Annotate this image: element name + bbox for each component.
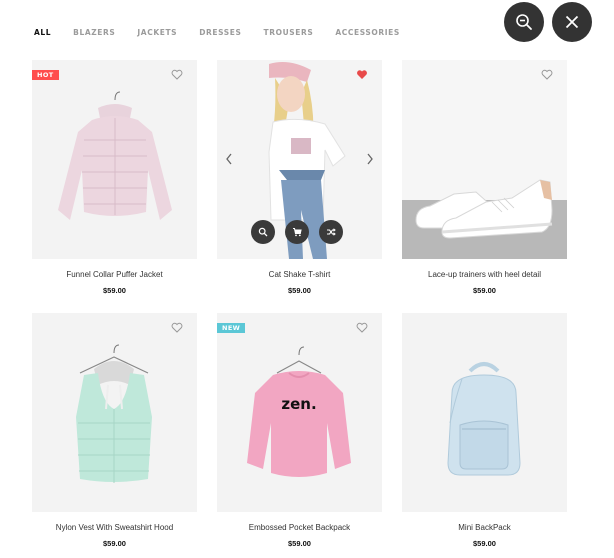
product-name[interactable]: Funnel Collar Puffer Jacket [32,270,197,279]
heart-icon[interactable] [171,322,183,333]
zoom-out-button[interactable] [504,2,544,42]
filter-jackets[interactable]: JACKETS [137,28,177,37]
filter-trousers[interactable]: TROUSERS [264,28,314,37]
product-price: $59.00 [288,286,311,295]
zoom-out-icon [516,14,532,30]
sweatshirt-image: zen. [247,346,351,477]
chevron-right-icon[interactable] [366,153,374,165]
backpack-image [447,362,521,476]
product-price: $59.00 [103,286,126,295]
category-filter-bar: ALL BLAZERS JACKETS DRESSES TROUSERS ACC… [34,28,422,37]
product-image[interactable] [32,313,197,512]
close-icon [565,15,579,29]
add-to-cart-button[interactable] [285,220,309,244]
heart-icon[interactable] [171,69,183,80]
product-name[interactable]: Embossed Pocket Backpack [217,523,382,532]
vest-image [76,344,152,483]
product-image[interactable]: HOT [32,60,197,259]
product-name[interactable]: Nylon Vest With Sweatshirt Hood [32,523,197,532]
product-card[interactable]: HOT Funnel Collar Puffer Jacket $59.00 [32,60,197,295]
product-grid: HOT Funnel Collar Puffer Jacket $59.00 C… [32,60,567,548]
product-image[interactable]: zen. NEW [217,313,382,512]
product-card[interactable]: Nylon Vest With Sweatshirt Hood $59.00 [32,313,197,548]
quick-actions [251,220,343,244]
heart-filled-icon[interactable] [356,69,368,80]
cart-icon [293,227,302,237]
compare-button[interactable] [319,220,343,244]
filter-dresses[interactable]: DRESSES [199,28,241,37]
trainers-image [402,179,567,259]
heart-icon[interactable] [356,322,368,333]
puffer-jacket-image [58,91,172,220]
hot-badge: HOT [32,70,59,80]
filter-all[interactable]: ALL [34,28,51,37]
product-price: $59.00 [103,539,126,548]
product-price: $59.00 [473,286,496,295]
close-button[interactable] [552,2,592,42]
product-price: $59.00 [473,539,496,548]
quick-view-button[interactable] [251,220,275,244]
product-card[interactable]: Mini BackPack $59.00 [402,313,567,548]
product-image[interactable] [402,60,567,259]
product-image[interactable] [217,60,382,259]
product-name[interactable]: Mini BackPack [402,523,567,532]
product-card[interactable]: Lace-up trainers with heel detail $59.00 [402,60,567,295]
search-icon [258,227,268,237]
heart-icon[interactable] [541,69,553,80]
product-image[interactable] [402,313,567,512]
product-name[interactable]: Lace-up trainers with heel detail [402,270,567,279]
product-price: $59.00 [288,539,311,548]
new-badge: NEW [217,323,246,333]
filter-blazers[interactable]: BLAZERS [73,28,115,37]
sweatshirt-print-text: zen. [281,395,316,413]
product-card[interactable]: zen. NEW Embossed Pocket Backpack $59.00 [217,313,382,548]
shuffle-icon [327,228,336,236]
filter-accessories[interactable]: ACCESSORIES [335,28,399,37]
product-card[interactable]: Cat Shake T-shirt $59.00 [217,60,382,295]
product-name[interactable]: Cat Shake T-shirt [217,270,382,279]
chevron-left-icon[interactable] [225,153,233,165]
